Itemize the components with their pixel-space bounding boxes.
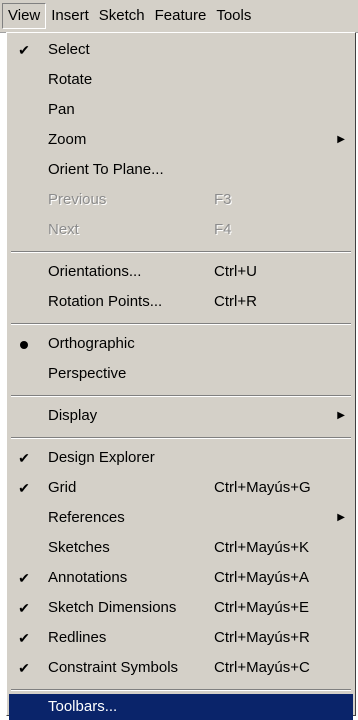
- menu-item-previous: Previous F3: [9, 185, 353, 215]
- radio-bullet-icon: [15, 329, 33, 359]
- menu-insert[interactable]: Insert: [46, 3, 94, 29]
- menu-item-shortcut: Ctrl+Mayús+K: [214, 539, 310, 556]
- menu-separator: [11, 323, 351, 325]
- menu-bar: View Insert Sketch Feature Tools: [0, 0, 358, 33]
- check-icon: ✔: [18, 660, 30, 676]
- menu-item-shortcut: Ctrl+Mayús+C: [214, 659, 310, 676]
- menu-item-shortcut: F4: [214, 221, 232, 238]
- menu-item-orientations[interactable]: Orientations... Ctrl+U: [9, 257, 353, 287]
- view-menu-dropdown: ✔ Select Rotate Pan Zoom ▶ Orient To Pla…: [6, 32, 356, 720]
- menu-item-toolbars[interactable]: Toolbars...: [9, 694, 353, 720]
- menu-item-constraint-symbols[interactable]: ✔ Constraint Symbols Ctrl+Mayús+C: [9, 653, 353, 683]
- menu-item-label: Sketches: [48, 539, 110, 556]
- submenu-arrow-icon: ▶: [337, 512, 345, 523]
- menu-item-label: Pan: [48, 101, 75, 118]
- menu-item-display[interactable]: Display ▶: [9, 401, 353, 431]
- menu-item-label: Perspective: [48, 365, 127, 382]
- menu-item-label: Orthographic: [48, 335, 135, 352]
- menu-item-zoom[interactable]: Zoom ▶: [9, 125, 353, 155]
- check-icon: ✔: [18, 600, 30, 616]
- menu-item-orient-to-plane[interactable]: Orient To Plane...: [9, 155, 353, 185]
- menu-item-rotation-points[interactable]: Rotation Points... Ctrl+R: [9, 287, 353, 317]
- menu-item-references[interactable]: References ▶: [9, 503, 353, 533]
- menu-item-shortcut: Ctrl+Mayús+E: [214, 599, 310, 616]
- menu-item-pan[interactable]: Pan: [9, 95, 353, 125]
- menu-item-orthographic[interactable]: Orthographic: [9, 329, 353, 359]
- menu-item-label: Grid: [48, 479, 77, 496]
- menu-item-shortcut: Ctrl+R: [214, 293, 257, 310]
- menu-item-label: Display: [48, 407, 98, 424]
- menu-item-label: Sketch Dimensions: [48, 599, 177, 616]
- menu-item-label: References: [48, 509, 125, 526]
- menu-item-label: Zoom: [48, 131, 87, 148]
- menu-item-label: Rotate: [48, 71, 93, 88]
- check-icon: ✔: [18, 630, 30, 646]
- submenu-arrow-icon: ▶: [337, 134, 345, 145]
- menu-item-design-explorer[interactable]: ✔ Design Explorer: [9, 443, 353, 473]
- check-icon: ✔: [18, 480, 30, 496]
- check-icon: ✔: [18, 42, 30, 58]
- menu-item-redlines[interactable]: ✔ Redlines Ctrl+Mayús+R: [9, 623, 353, 653]
- menu-item-label: Orient To Plane...: [48, 161, 164, 178]
- menu-item-label: Toolbars...: [48, 698, 118, 715]
- check-icon: ✔: [18, 570, 30, 586]
- menu-item-shortcut: Ctrl+U: [214, 263, 257, 280]
- menu-item-next: Next F4: [9, 215, 353, 245]
- menu-separator: [11, 437, 351, 439]
- menu-item-label: Rotation Points...: [48, 293, 163, 310]
- menu-item-perspective[interactable]: Perspective: [9, 359, 353, 389]
- menu-view[interactable]: View: [2, 3, 47, 29]
- menu-separator: [11, 251, 351, 253]
- menu-item-label: Orientations...: [48, 263, 142, 280]
- menu-item-select[interactable]: ✔ Select: [9, 35, 353, 65]
- menu-item-shortcut: F3: [214, 191, 232, 208]
- menu-item-sketch-dimensions[interactable]: ✔ Sketch Dimensions Ctrl+Mayús+E: [9, 593, 353, 623]
- menu-item-label: Design Explorer: [48, 449, 155, 466]
- menu-item-shortcut: Ctrl+Mayús+A: [214, 569, 310, 586]
- menu-item-rotate[interactable]: Rotate: [9, 65, 353, 95]
- menu-tools[interactable]: Tools: [211, 3, 256, 29]
- menu-item-label: Redlines: [48, 629, 107, 646]
- menu-separator: [11, 395, 351, 397]
- menu-item-label: Previous: [48, 191, 107, 208]
- menu-item-shortcut: Ctrl+Mayús+G: [214, 479, 311, 496]
- check-icon: ✔: [18, 450, 30, 466]
- menu-item-sketches[interactable]: Sketches Ctrl+Mayús+K: [9, 533, 353, 563]
- menu-separator: [11, 689, 351, 691]
- menu-item-shortcut: Ctrl+Mayús+R: [214, 629, 310, 646]
- menu-item-grid[interactable]: ✔ Grid Ctrl+Mayús+G: [9, 473, 353, 503]
- menu-item-label: Select: [48, 41, 90, 58]
- menu-feature[interactable]: Feature: [150, 3, 212, 29]
- submenu-arrow-icon: ▶: [337, 410, 345, 421]
- menu-sketch[interactable]: Sketch: [94, 3, 150, 29]
- menu-item-annotations[interactable]: ✔ Annotations Ctrl+Mayús+A: [9, 563, 353, 593]
- menu-item-label: Constraint Symbols: [48, 659, 179, 676]
- menu-item-label: Annotations: [48, 569, 128, 586]
- menu-item-label: Next: [48, 221, 79, 238]
